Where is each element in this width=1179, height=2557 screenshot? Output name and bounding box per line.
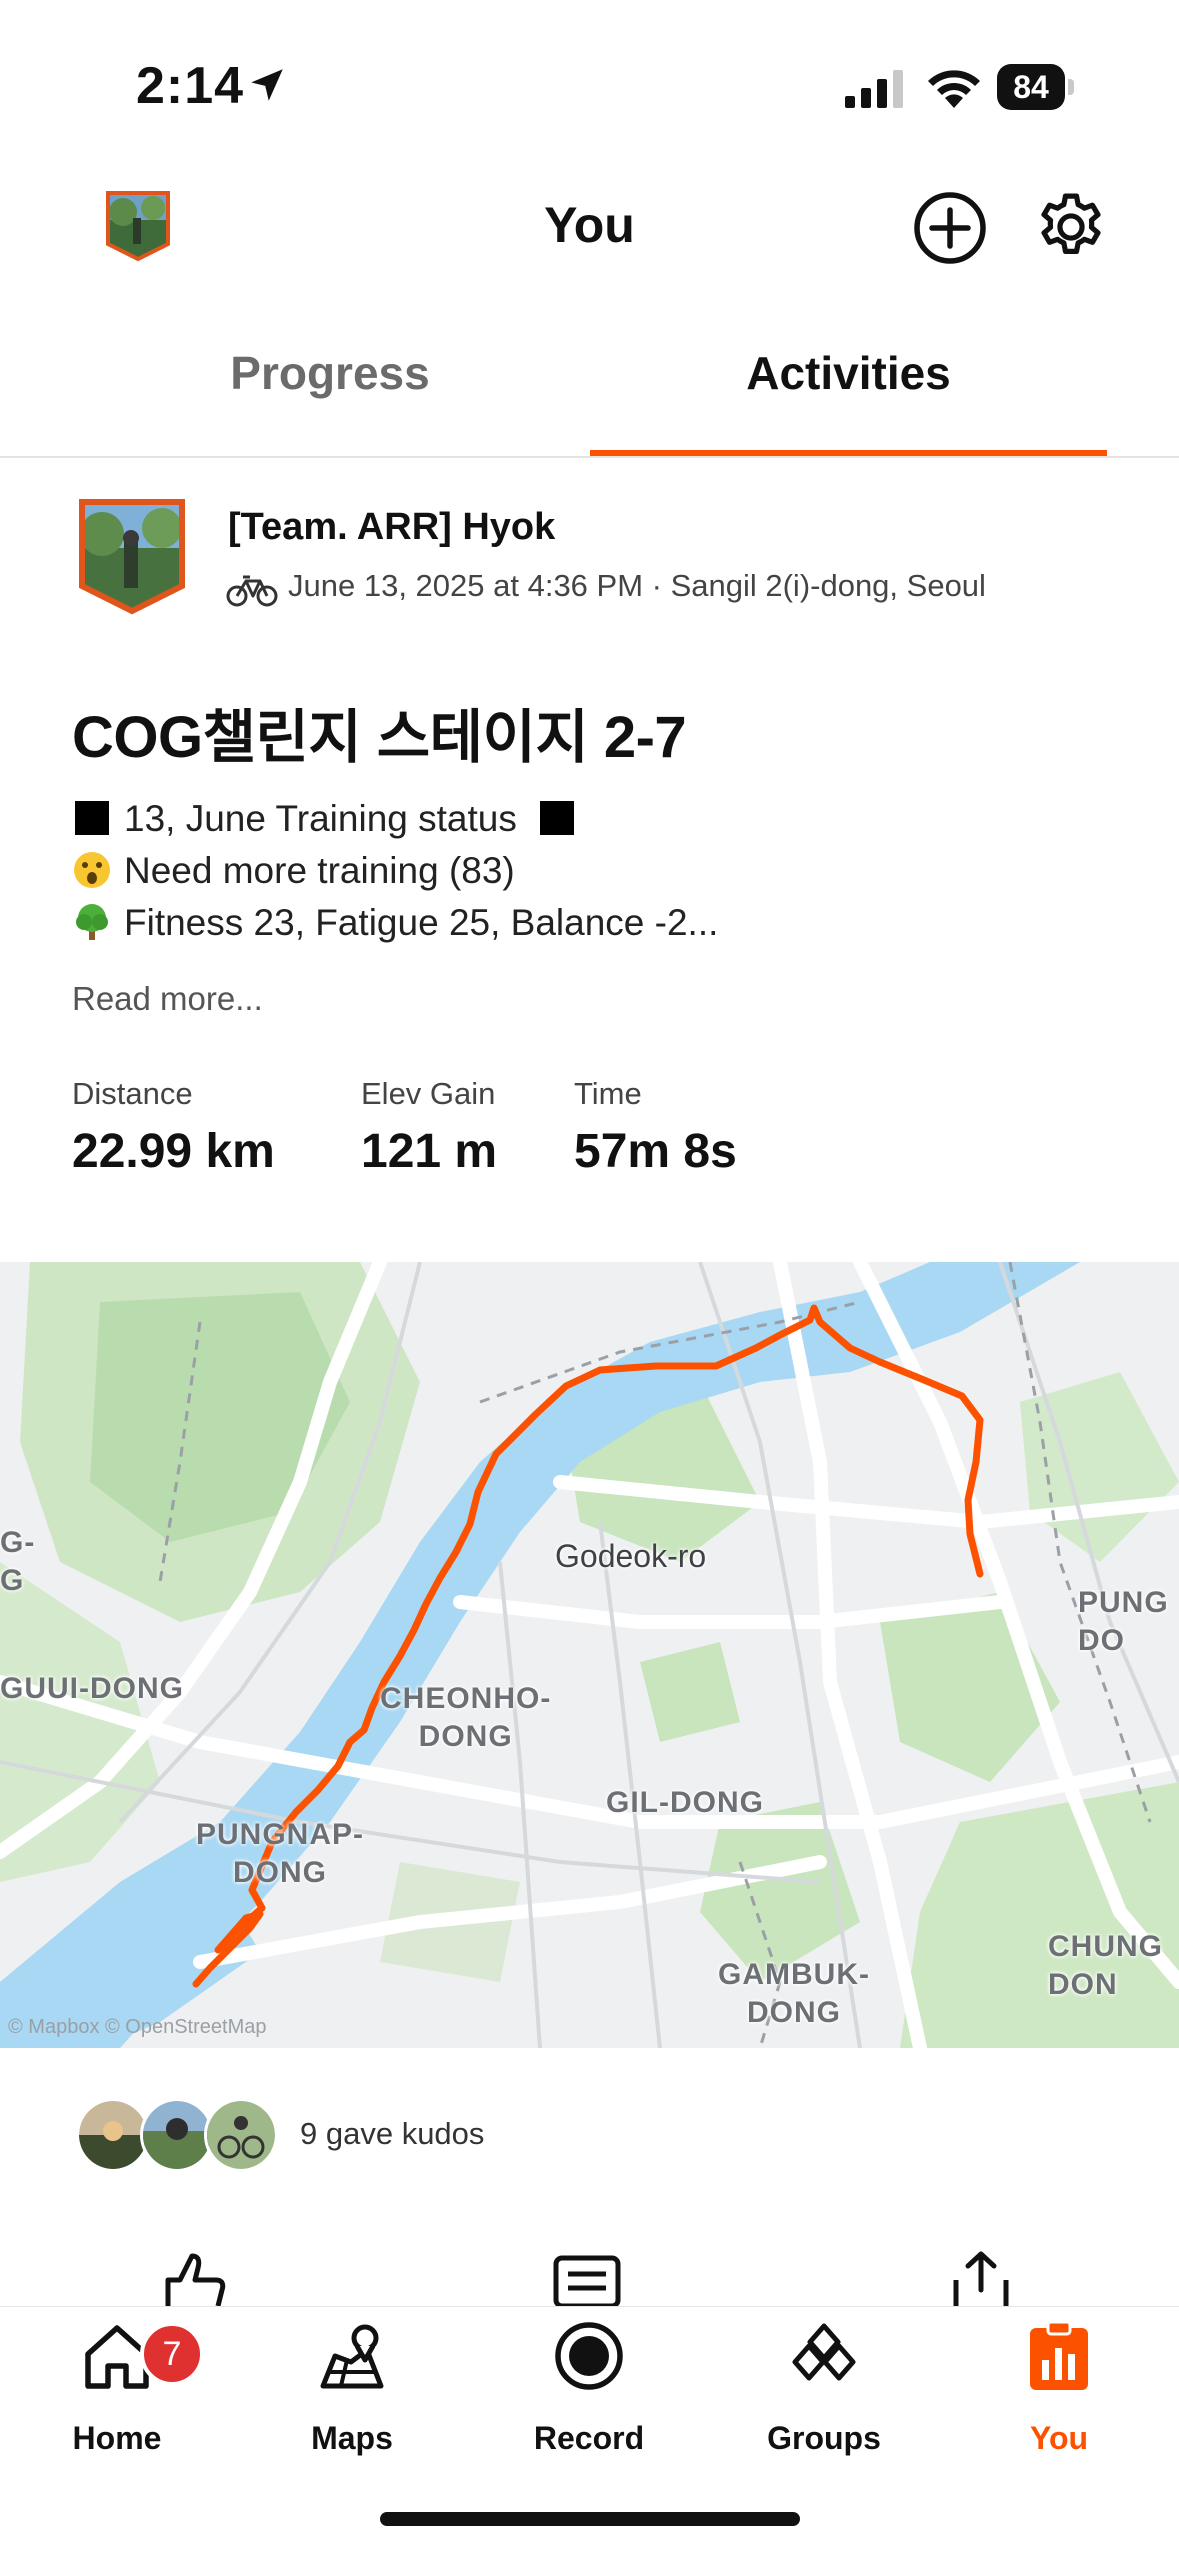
read-more-link[interactable]: Read more...: [72, 980, 263, 1018]
description-line: Fitness 23, Fatigue 25, Balance -2...: [72, 902, 718, 944]
map-road-label: Godeok-ro: [555, 1538, 707, 1574]
battery-indicator: 84: [997, 64, 1077, 110]
nav-you[interactable]: You: [969, 2320, 1149, 2460]
stat-value-time: 57m 8s: [574, 1125, 737, 1178]
stat-label-time: Time: [574, 1076, 642, 1111]
notification-badge: 7: [140, 2322, 204, 2386]
map-attribution[interactable]: © Mapbox © OpenStreetMap: [8, 2016, 267, 2039]
page-title: You: [544, 197, 635, 253]
athlete-name[interactable]: [Team. ARR] Hyok: [228, 506, 555, 549]
stat-value-distance: 22.99 km: [72, 1125, 275, 1178]
stat-value-elev-gain: 121 m: [361, 1125, 498, 1178]
add-circle-icon[interactable]: [912, 190, 988, 266]
surprised-face-icon: [74, 852, 110, 888]
map-area-label: GAMBUK- DONG: [718, 1958, 870, 2029]
stat-label-elev-gain: Elev Gain: [361, 1076, 496, 1111]
bike-icon: [226, 575, 278, 607]
you-clipboard-icon: [1030, 2320, 1088, 2390]
cellular-signal-icon: [845, 70, 903, 108]
map-area-label: PUNG DO: [1078, 1586, 1169, 1657]
description-line: 13, June Training status: [72, 798, 577, 840]
activity-title[interactable]: COG챌린지 스테이지 2-7: [72, 690, 687, 774]
avatar: [76, 2098, 150, 2172]
nav-label-home: Home: [72, 2420, 162, 2456]
avatar: [204, 2098, 278, 2172]
tab-activities[interactable]: Activities: [590, 340, 1107, 460]
tab-progress[interactable]: Progress: [70, 340, 590, 460]
nav-label-you: You: [1029, 2420, 1089, 2456]
record-icon: [555, 2322, 623, 2390]
comment-icon[interactable]: [552, 2250, 622, 2306]
kudos-avatars[interactable]: [76, 2098, 278, 2172]
wifi-icon: [928, 70, 980, 108]
location-arrow-icon: [251, 69, 283, 101]
home-indicator: [380, 2512, 800, 2526]
nav-maps[interactable]: Maps: [262, 2320, 442, 2460]
map-canvas: [0, 1262, 1179, 2048]
nav-label-groups: Groups: [767, 2420, 881, 2456]
map-area-label: PUNGNAP- DONG: [196, 1818, 365, 1889]
nav-label-maps: Maps: [311, 2420, 393, 2456]
tab-divider: [0, 456, 1179, 458]
groups-icon: [792, 2323, 856, 2381]
battery-level: 84: [1013, 69, 1049, 105]
athlete-avatar[interactable]: [78, 498, 186, 616]
description-line: Need more training (83): [72, 850, 515, 892]
nav-label-record: Record: [533, 2420, 645, 2456]
status-time: 2:14: [136, 57, 245, 115]
map-area-label: CHUNG DON: [1048, 1930, 1163, 2001]
map-area-label: GUUI-DONG: [0, 1672, 184, 1705]
nav-record[interactable]: Record: [499, 2320, 679, 2460]
tree-icon: [76, 904, 108, 940]
avatar: [140, 2098, 214, 2172]
map-area-label: CHEONHO- DONG: [380, 1682, 552, 1753]
map-area-label: GIL-DONG: [606, 1786, 764, 1819]
maps-icon: [320, 2324, 384, 2389]
map-area-label: G- G: [0, 1526, 36, 1597]
thumbs-up-icon[interactable]: [158, 2250, 228, 2306]
gear-icon[interactable]: [1032, 188, 1110, 266]
activity-meta: June 13, 2025 at 4:36 PM · Sangil 2(i)-d…: [288, 568, 986, 603]
stat-label-distance: Distance: [72, 1076, 193, 1111]
black-square-icon: [75, 801, 109, 835]
kudos-count[interactable]: 9 gave kudos: [300, 2116, 484, 2152]
black-square-icon: [540, 801, 575, 835]
route-map[interactable]: Godeok-ro GUUI-DONG CHEONHO- DONG PUNGNA…: [0, 1262, 1179, 2048]
share-icon[interactable]: [946, 2250, 1016, 2306]
nav-groups[interactable]: Groups: [734, 2320, 914, 2460]
